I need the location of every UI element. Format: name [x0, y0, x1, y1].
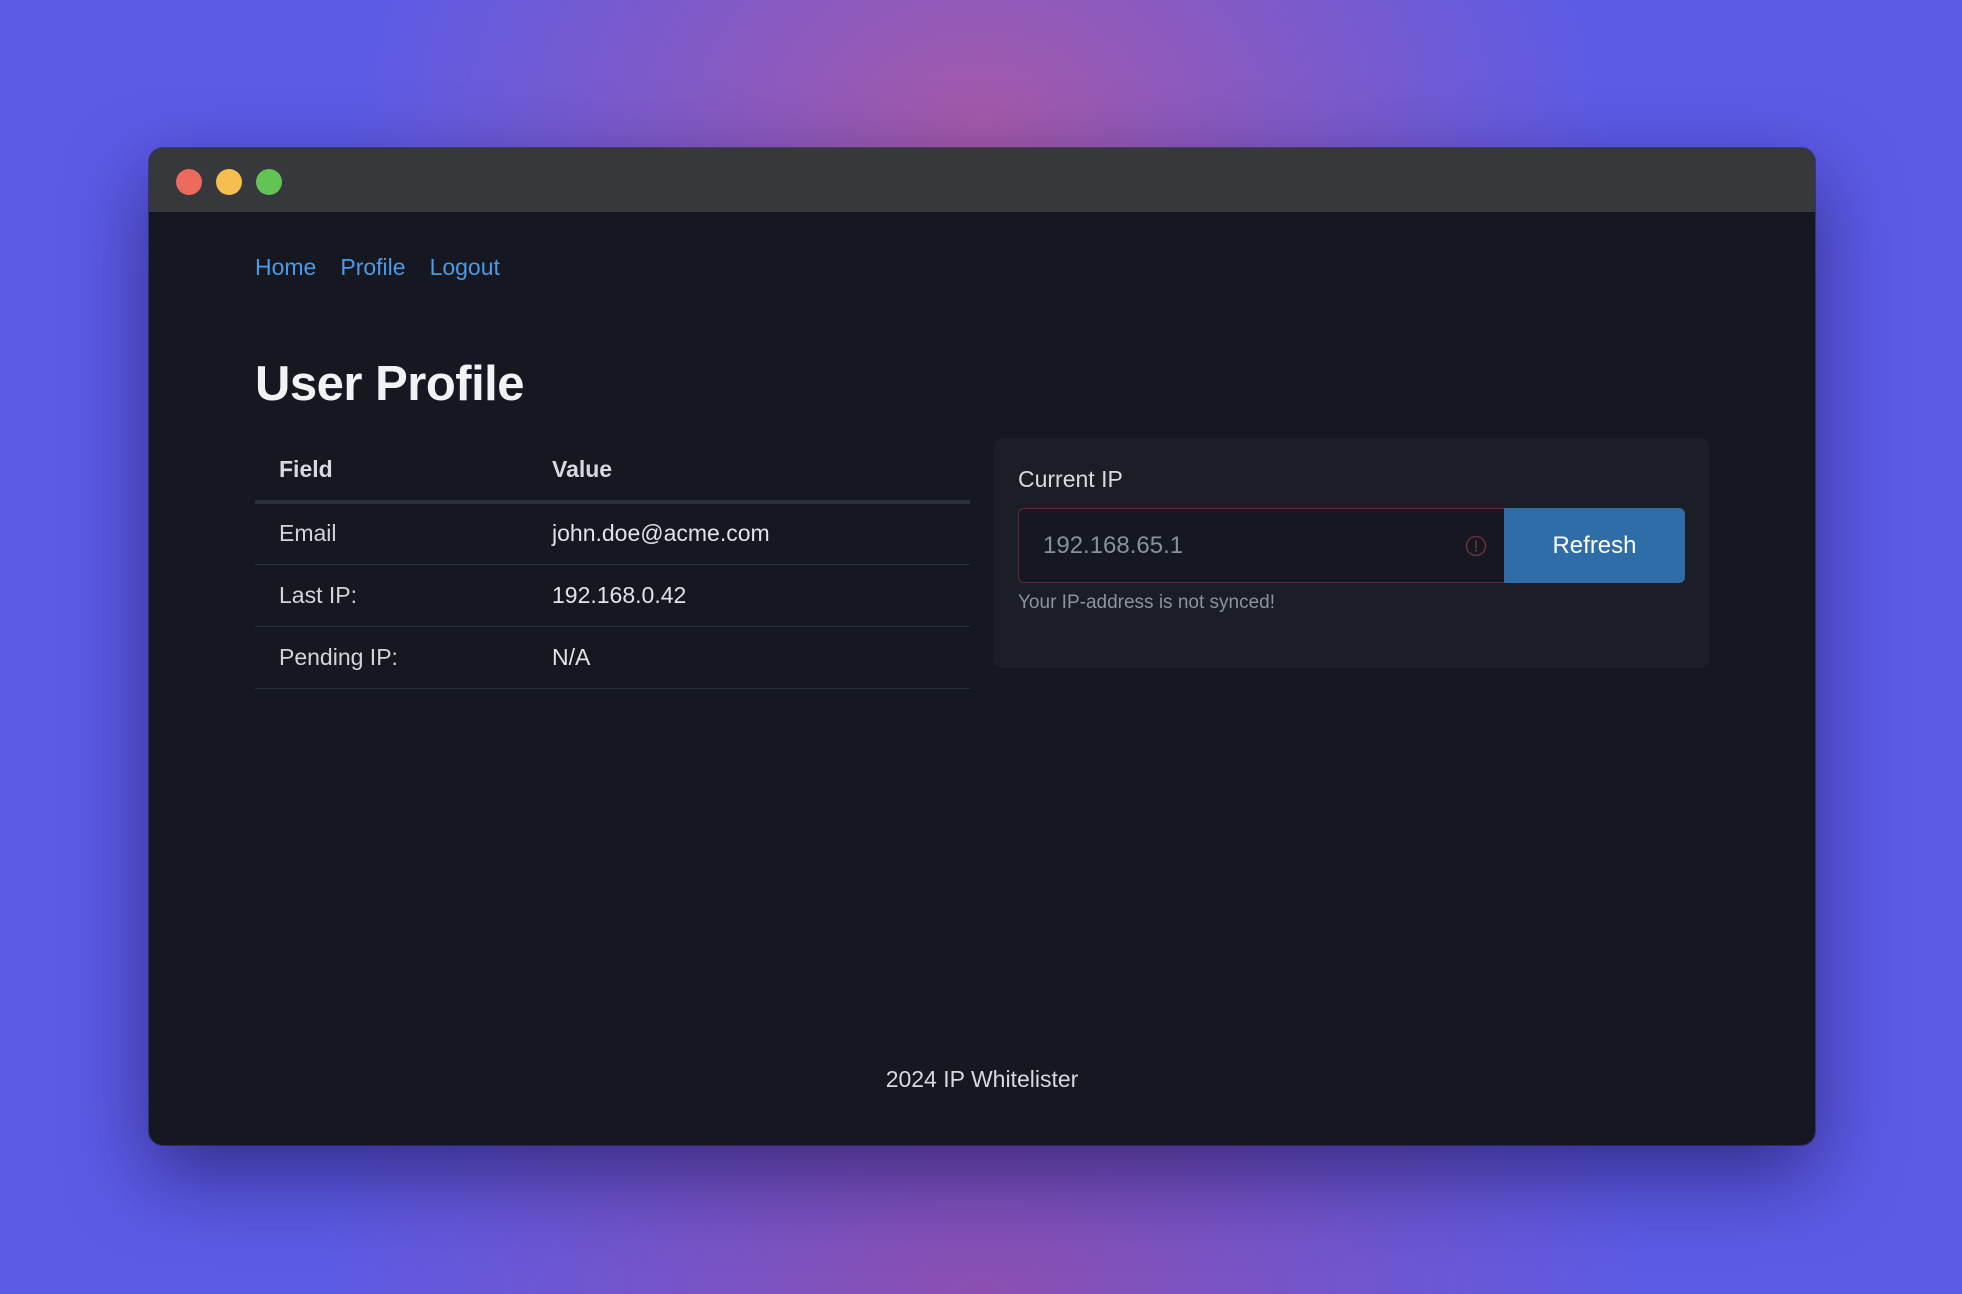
app-window: Home Profile Logout User Profile Field V… [149, 148, 1815, 1145]
column-header-field: Field [255, 438, 528, 504]
column-header-value: Value [528, 438, 970, 504]
current-ip-panel: Current IP Refresh Your IP-address is no… [994, 438, 1709, 668]
minimize-window-button[interactable] [216, 169, 242, 195]
nav-link-profile[interactable]: Profile [340, 254, 405, 281]
maximize-window-button[interactable] [256, 169, 282, 195]
row-value-pending-ip: N/A [528, 626, 970, 689]
row-value-last-ip: 192.168.0.42 [528, 564, 970, 627]
table-row: Last IP: 192.168.0.42 [255, 564, 970, 627]
row-field-last-ip: Last IP: [255, 564, 528, 627]
row-value-email: john.doe@acme.com [528, 502, 970, 565]
title-bar [149, 148, 1815, 212]
row-field-email: Email [255, 502, 528, 565]
footer-text: 2024 IP Whitelister [885, 1066, 1079, 1092]
top-nav: Home Profile Logout [255, 254, 500, 281]
current-ip-label: Current IP [1018, 466, 1123, 492]
current-ip-input[interactable] [1019, 509, 1504, 582]
page-title: User Profile [255, 357, 525, 411]
table-header-row: Field Value [255, 438, 970, 504]
nav-link-logout[interactable]: Logout [430, 254, 500, 281]
ip-sync-warning-text: Your IP-address is not synced! [1018, 592, 1275, 613]
profile-table: Field Value Email john.doe@acme.com Last… [255, 438, 970, 689]
current-ip-input-group: Refresh [1018, 508, 1685, 583]
exclamation-circle-icon [1465, 535, 1487, 557]
nav-link-home[interactable]: Home [255, 254, 316, 281]
row-field-pending-ip: Pending IP: [255, 626, 528, 689]
refresh-button[interactable]: Refresh [1504, 508, 1685, 583]
table-row: Pending IP: N/A [255, 626, 970, 689]
table-row: Email john.doe@acme.com [255, 502, 970, 565]
current-ip-field-wrapper [1018, 508, 1504, 583]
close-window-button[interactable] [176, 169, 202, 195]
